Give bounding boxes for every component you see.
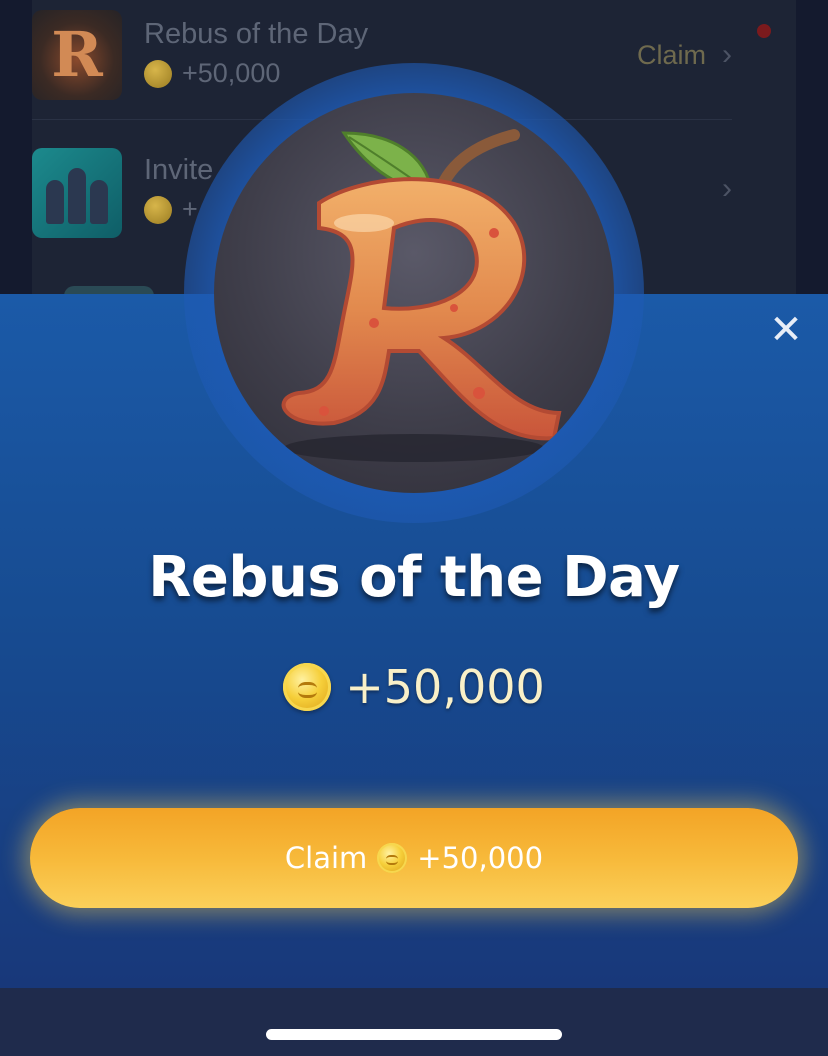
list-item-claim-link[interactable]: Claim › bbox=[637, 38, 732, 72]
chevron-right-icon: › bbox=[722, 172, 732, 205]
reward-title: Rebus of the Day bbox=[148, 545, 680, 610]
notification-dot bbox=[757, 24, 771, 38]
list-item-reward: +50,000 bbox=[144, 58, 280, 89]
rebus-apple-icon: R bbox=[32, 10, 122, 100]
coin-icon bbox=[283, 663, 332, 711]
coin-icon bbox=[144, 195, 172, 224]
list-item-reward: + bbox=[144, 194, 198, 225]
invite-people-icon bbox=[32, 148, 122, 238]
list-item-title: Rebus of the Day bbox=[144, 18, 369, 50]
bottom-safe-area bbox=[0, 988, 828, 1056]
close-icon[interactable]: ✕ bbox=[766, 310, 806, 350]
apple-letter-r-icon bbox=[214, 93, 614, 493]
list-item-title: Invite bbox=[144, 154, 214, 186]
coin-icon bbox=[144, 59, 172, 88]
reward-amount: +50,000 bbox=[0, 660, 828, 714]
claim-button-label: Claim bbox=[284, 841, 368, 875]
reward-value: +50,000 bbox=[345, 660, 545, 714]
chevron-right-icon: › bbox=[722, 38, 732, 71]
list-item-reward-value: +50,000 bbox=[182, 58, 281, 88]
coin-icon bbox=[377, 843, 408, 873]
home-indicator[interactable] bbox=[266, 1029, 562, 1040]
list-item-claim-label: Claim bbox=[636, 39, 706, 70]
claim-button[interactable]: Claim +50,000 bbox=[30, 808, 798, 908]
claim-button-reward: +50,000 bbox=[417, 841, 544, 875]
